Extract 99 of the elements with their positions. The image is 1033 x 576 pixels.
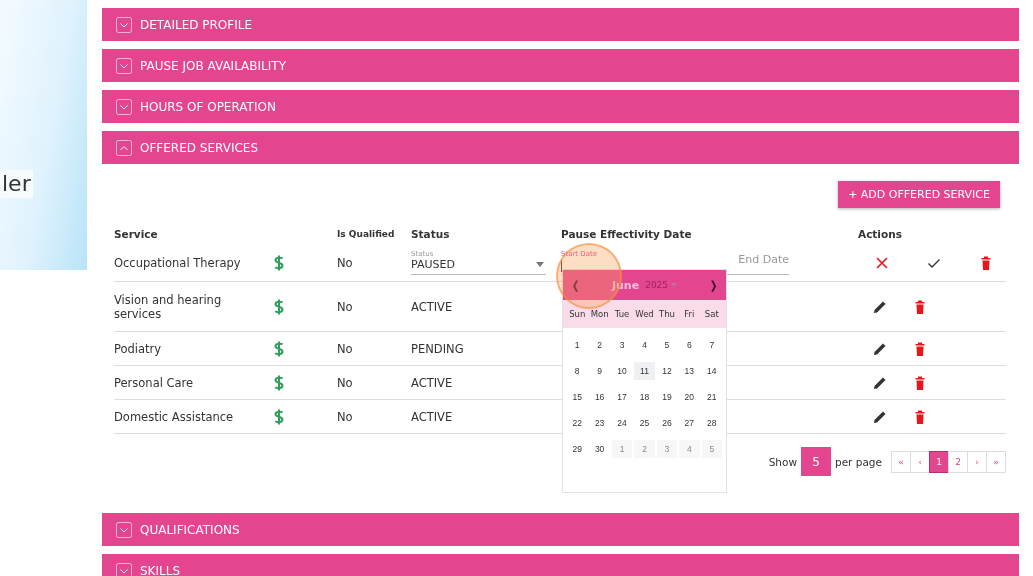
dollar-icon [273,407,285,426]
calendar-day[interactable]: 7 [701,336,722,354]
status-value: ACTIVE [411,299,454,314]
qualified-value: No [337,375,354,390]
calendar-day[interactable]: 16 [589,388,610,406]
calendar-day[interactable]: 19 [656,388,678,406]
calendar-day[interactable]: 2 [589,336,610,354]
calendar-day[interactable]: 14 [701,362,722,380]
chevron-down-icon [116,98,132,115]
weekday-label: Mon [589,309,610,319]
page-button[interactable]: 1 [929,450,949,473]
calendar-day[interactable]: 11 [634,362,655,380]
weekday-label: Thu [657,309,676,319]
calendar-day[interactable]: 29 [567,440,588,458]
panel-text: ler [0,170,33,198]
chevron-down-icon [116,57,132,74]
section-header[interactable]: HOURS OF OPERATION [102,90,1019,123]
calendar-day[interactable]: 21 [701,388,722,406]
dollar-icon [273,373,285,392]
calendar-day[interactable]: 26 [656,414,678,432]
service-name: Occupational Therapy [114,255,242,270]
close-icon[interactable] [874,254,890,271]
calendar-day[interactable]: 30 [589,440,610,458]
service-name: Vision and hearing services [114,292,223,321]
section-header[interactable]: DETAILED PROFILE [102,8,1019,41]
weekday-label: Wed [634,309,655,319]
section-title: OFFERED SERVICES [140,140,258,155]
service-name: Personal Care [114,375,195,390]
calendar-day[interactable]: 5 [656,336,678,354]
calendar-day[interactable]: 8 [567,362,588,380]
dollar-icon [273,297,285,316]
chevron-up-icon [116,139,132,156]
calendar-day[interactable]: 28 [701,414,722,432]
add-service-button[interactable]: + ADD OFFERED SERVICE [838,181,1000,208]
weekday-label: Fri [683,309,696,319]
chevron-down-icon [116,562,132,576]
calendar-day[interactable]: 4 [634,336,655,354]
weekday-label: Sat [703,309,720,319]
section-header[interactable]: PAUSE JOB AVAILABILITY [102,49,1019,82]
qualified-value: No [337,255,354,270]
qualified-value: No [337,341,354,356]
page-button[interactable]: 2 [948,450,968,473]
calendar-day[interactable]: 17 [611,388,633,406]
calendar-day[interactable]: 9 [589,362,610,380]
calendar-day[interactable]: 13 [679,362,700,380]
column-header: Pause Effectivity Date [561,228,693,240]
month-label: June [611,278,640,292]
calendar-day[interactable]: 3 [611,336,633,354]
calendar-day[interactable]: 10 [611,362,633,380]
calendar-day[interactable]: 24 [611,414,633,432]
caret-icon [671,283,678,287]
calendar-day[interactable]: 18 [634,388,655,406]
weekday-label: Tue [613,309,631,319]
page-button[interactable]: « [891,450,911,473]
service-name: Podiatry [114,341,163,356]
calendar-day[interactable]: 5 [701,440,722,458]
section-title: QUALIFICATIONS [140,522,240,537]
dollar-icon [273,253,285,272]
weekday-label: Sun [568,309,587,319]
calendar-day[interactable]: 2 [634,440,655,458]
page-button[interactable]: » [986,450,1006,473]
end-date-field[interactable]: End Date [679,253,789,266]
section-header[interactable]: SKILLS [102,554,1019,576]
page-size-field[interactable]: 5 [801,447,831,476]
show-label: Show [768,455,797,468]
calendar-day[interactable]: 23 [589,414,610,432]
next-month-button[interactable]: ❭ [709,278,718,292]
calendar-day[interactable]: 27 [679,414,700,432]
column-header: Actions [858,228,903,240]
column-header: Service [114,228,159,240]
section-header[interactable]: QUALIFICATIONS [102,513,1019,546]
dollar-icon [273,339,285,358]
chevron-down-icon [116,521,132,538]
section-header[interactable]: OFFERED SERVICES [102,131,1019,164]
calendar-day[interactable]: 3 [656,440,678,458]
qualified-value: No [337,409,354,424]
service-name: Domestic Assistance [114,409,235,424]
calendar-day[interactable]: 12 [656,362,678,380]
page-button[interactable]: ‹ [910,450,930,473]
chevron-down-icon [116,16,132,33]
calendar-day[interactable]: 6 [679,336,700,354]
section-title: SKILLS [140,563,180,576]
section-title: HOURS OF OPERATION [140,99,276,114]
column-header: Is Qualified [337,229,396,239]
per-page-label: per page [835,455,882,468]
calendar-day[interactable]: 1 [567,336,588,354]
caret-icon [536,262,544,267]
status-value: ACTIVE [411,409,454,424]
status-value: PENDING [411,341,465,356]
section-title: DETAILED PROFILE [140,17,253,32]
calendar-day[interactable]: 15 [567,388,588,406]
status-value: ACTIVE [411,375,454,390]
calendar-day[interactable]: 20 [679,388,700,406]
qualified-value: No [337,299,354,314]
page-button[interactable]: › [967,450,987,473]
column-header: Status [411,228,451,240]
calendar-day[interactable]: 25 [634,414,655,432]
calendar-day[interactable]: 22 [567,414,588,432]
section-title: PAUSE JOB AVAILABILITY [140,58,286,73]
